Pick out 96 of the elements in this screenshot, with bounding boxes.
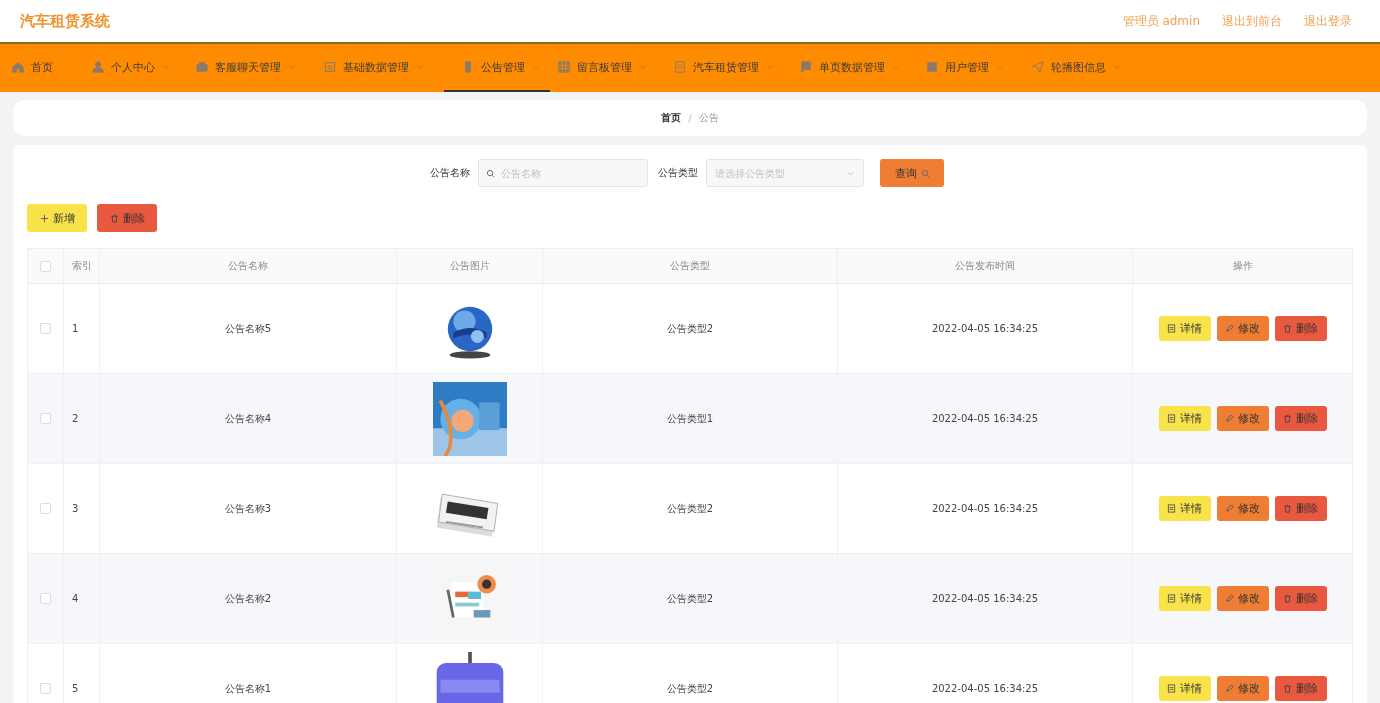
table-cell: 3 [72,503,79,514]
table-cell: 2022-04-05 16:34:25 [931,413,1039,424]
document-icon [1167,684,1176,693]
edit-icon [1225,594,1234,603]
row-checkbox[interactable] [40,503,51,515]
breadcrumb-separator: / [688,112,692,124]
edit-button[interactable]: 修改 [1216,406,1269,431]
detail-button[interactable]: 详情 [1158,316,1211,341]
table-cell: 2022-04-05 16:34:25 [931,683,1039,694]
nav-icon [674,61,686,73]
delete-button[interactable]: 删除 [1274,406,1327,431]
table-cell: 2022-04-05 16:34:25 [931,323,1039,334]
edit-button[interactable]: 修改 [1216,316,1269,341]
edit-icon [1225,684,1234,693]
detail-button[interactable]: 详情 [1158,406,1211,431]
column-header: 公告发布时间 [955,260,1015,271]
nav-tab[interactable]: 公告管理 [444,44,550,92]
table-cell: 公告类型2 [666,592,714,604]
nav-icon [12,61,24,73]
plus-icon [39,213,49,223]
nav-icon [1032,61,1044,73]
table-cell: 公告类型1 [666,412,714,424]
edit-button[interactable]: 修改 [1216,676,1269,701]
column-header: 公告名称 [228,260,268,271]
query-button[interactable]: 查询 [880,159,944,187]
detail-button[interactable]: 详情 [1158,676,1211,701]
nav-icon [462,61,474,73]
trash-icon [1283,324,1292,333]
detail-button[interactable]: 详情 [1158,496,1211,521]
trash-icon [1283,414,1292,423]
delete-button[interactable]: 删除 [1274,676,1327,701]
table-cell: 公告类型2 [666,322,714,334]
nav-tab[interactable]: 首页 [4,44,84,92]
breadcrumb-link[interactable]: 首页 [661,111,682,125]
field-label: 公告名称 [430,166,470,180]
nav-tab[interactable]: 个人中心 [84,44,188,92]
nav-icon [324,61,336,73]
nav-icon [800,61,812,73]
edit-icon [1225,504,1234,513]
table-cell: 2022-04-05 16:34:25 [931,503,1039,514]
column-header: 公告图片 [449,260,490,271]
edit-icon [1225,324,1234,333]
nav-tab[interactable]: 基础数据管理 [316,44,444,92]
column-header: 公告类型 [670,260,710,271]
nav-tab[interactable]: 单页数据管理 [792,44,918,92]
nav-tab[interactable]: 留言板管理 [550,44,666,92]
table-cell: 2 [72,413,79,424]
nav-icon [558,61,570,73]
table-cell: 5 [72,683,79,694]
chevron-down-icon [846,169,855,178]
document-icon [1167,594,1176,603]
nav-icon [926,61,938,73]
table-cell: 公告名称1 [224,682,272,694]
table-cell: 公告名称4 [224,412,272,424]
delete-button[interactable]: 删除 [1274,316,1327,341]
edit-button[interactable]: 修改 [1216,586,1269,611]
trash-icon [1283,594,1292,603]
select-all-checkbox[interactable] [40,260,51,272]
edit-button[interactable]: 修改 [1216,496,1269,521]
nav-tab[interactable]: 汽车租赁管理 [666,44,792,92]
row-checkbox[interactable] [40,413,51,425]
nav-tab[interactable]: 客服聊天管理 [188,44,316,92]
table-cell: 公告类型2 [666,502,714,514]
table-cell: 公告类型2 [666,682,714,694]
row-checkbox[interactable] [40,683,51,695]
delete-button[interactable]: 删除 [97,204,157,232]
row-checkbox[interactable] [40,593,51,605]
column-header: 索引 [72,260,92,271]
edit-icon [1225,414,1234,423]
row-checkbox[interactable] [40,323,51,335]
table-cell: 4 [72,593,79,604]
field-label: 公告类型 [658,166,698,180]
nav-tab[interactable]: 用户管理 [918,44,1024,92]
search-icon [920,168,930,178]
table-cell: 1 [72,323,79,334]
breadcrumb-current: 公告 [698,111,719,125]
table-cell: 公告名称3 [224,502,272,514]
trash-icon [1283,684,1292,693]
delete-button[interactable]: 删除 [1274,496,1327,521]
add-button[interactable]: 新增 [27,204,87,232]
search-icon [486,169,495,178]
table-cell: 2022-04-05 16:34:25 [931,593,1039,604]
column-header: 操作 [1232,260,1253,271]
document-icon [1167,324,1176,333]
nav-icon [92,61,104,73]
delete-button[interactable]: 删除 [1274,586,1327,611]
app-title: 汽车租赁系统 [20,11,110,31]
document-icon [1167,504,1176,513]
detail-button[interactable]: 详情 [1158,586,1211,611]
table-cell: 公告名称2 [224,592,272,604]
nav-tab[interactable]: 轮播图信息 [1024,44,1124,92]
table-cell: 公告名称5 [224,322,272,334]
trash-icon [109,213,119,223]
trash-icon [1283,504,1292,513]
document-icon [1167,414,1176,423]
nav-icon [196,61,208,73]
